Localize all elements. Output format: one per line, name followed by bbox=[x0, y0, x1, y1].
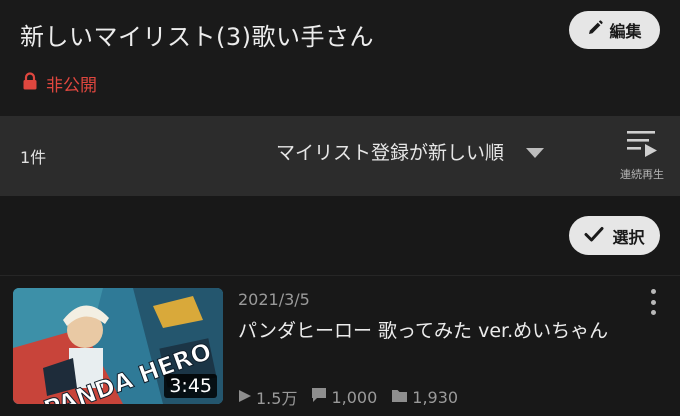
lock-icon bbox=[22, 72, 38, 95]
page-title: 新しいマイリスト(3)歌い手さん bbox=[20, 23, 374, 51]
video-title[interactable]: パンダヒーロー 歌ってみた ver.めいちゃん bbox=[238, 318, 618, 344]
visibility-label: 非公開 bbox=[46, 76, 97, 96]
video-date: 2021/3/5 bbox=[238, 290, 310, 309]
pencil-icon bbox=[587, 20, 604, 40]
video-duration: 3:45 bbox=[164, 374, 217, 398]
more-dot bbox=[650, 289, 656, 294]
dropdown-caret-icon bbox=[526, 141, 545, 163]
edit-button[interactable]: 編集 bbox=[569, 11, 660, 49]
more-dot bbox=[650, 299, 656, 305]
playlist-play-icon bbox=[625, 128, 659, 162]
sort-select[interactable]: マイリスト登録が新しい順 bbox=[276, 138, 545, 165]
continuous-play-label: 連続再生 bbox=[620, 168, 664, 181]
view-count-value: 1.5万 bbox=[256, 389, 298, 408]
sort-select-label: マイリスト登録が新しい順 bbox=[276, 142, 505, 164]
select-button-label: 選択 bbox=[612, 227, 645, 247]
edit-button-label: 編集 bbox=[609, 22, 642, 41]
mylist-count-value: 1,930 bbox=[412, 387, 459, 407]
video-list-item[interactable]: PANDA HERO 3:45 2021/3/5 パンダヒーロー 歌ってみた v… bbox=[0, 276, 680, 416]
select-button[interactable]: 選択 bbox=[569, 216, 660, 255]
mylist-count: 1,930 bbox=[391, 388, 458, 407]
play-icon bbox=[238, 388, 252, 407]
video-stats: 1.5万 1,000 1,930 bbox=[238, 385, 458, 409]
folder-icon bbox=[391, 388, 408, 407]
item-count: 1件 bbox=[20, 148, 47, 167]
continuous-play-button[interactable]: 連続再生 bbox=[612, 128, 672, 182]
more-vert-icon[interactable] bbox=[643, 287, 663, 317]
comment-icon bbox=[311, 387, 327, 407]
check-icon bbox=[584, 226, 604, 246]
more-dot bbox=[650, 310, 656, 315]
list-toolbar: 1件 マイリスト登録が新しい順 連続再生 bbox=[0, 116, 680, 196]
video-thumbnail[interactable]: PANDA HERO 3:45 bbox=[13, 288, 223, 404]
comment-count-value: 1,000 bbox=[331, 387, 378, 407]
comment-count: 1,000 bbox=[311, 387, 377, 407]
visibility-status: 非公開 bbox=[22, 71, 97, 96]
mylist-header: 新しいマイリスト(3)歌い手さん 編集 非公開 bbox=[0, 0, 680, 116]
view-count: 1.5万 bbox=[238, 385, 297, 409]
